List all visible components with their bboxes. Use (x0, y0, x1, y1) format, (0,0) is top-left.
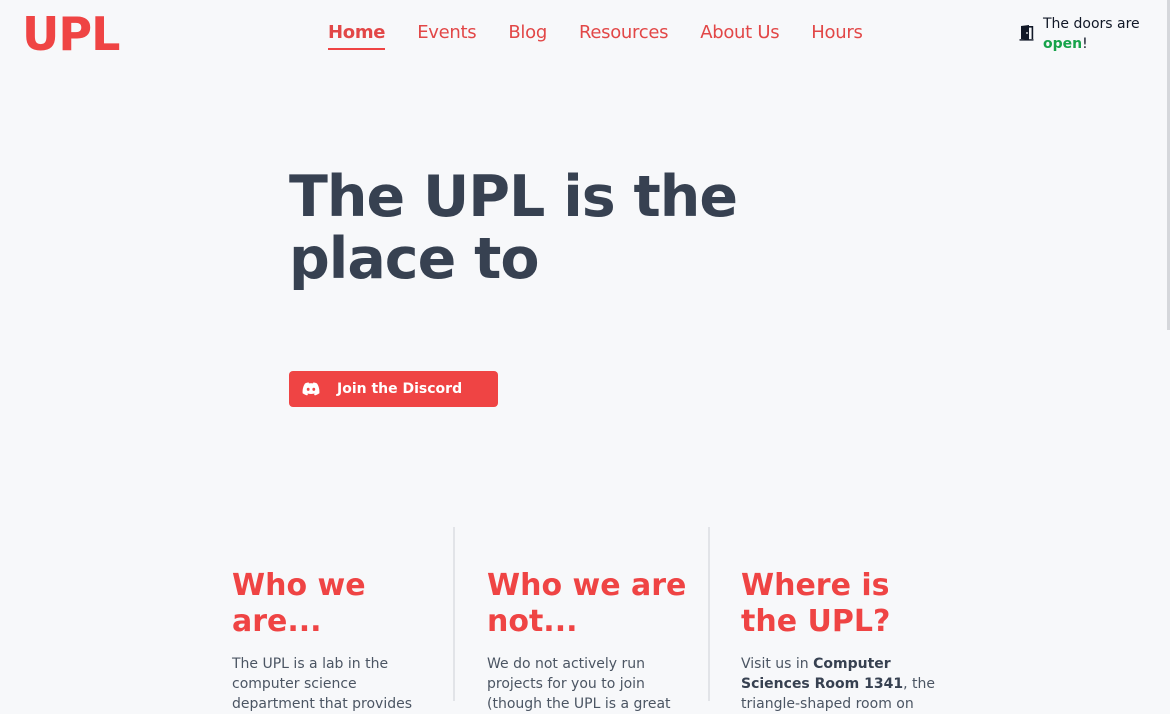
main-nav: Home Events Blog Resources About Us Hour… (328, 20, 863, 50)
door-icon (1019, 25, 1034, 41)
who-we-are-not-title: Who we are not... (487, 568, 687, 639)
where-is-upl-text: Visit us in Computer Sciences Room 1341,… (741, 654, 941, 714)
column-divider (708, 527, 710, 701)
nav-item-home[interactable]: Home (328, 20, 386, 50)
who-we-are-not-text: We do not actively run projects for you … (487, 656, 671, 712)
logo[interactable]: UPL (22, 6, 120, 62)
door-status-suffix: ! (1082, 36, 1088, 52)
who-we-are-text: The UPL is a lab in the computer science… (232, 656, 413, 712)
where-is-upl-section: Where is the UPL? Visit us in Computer S… (741, 568, 941, 714)
who-we-are-section: Who we are... The UPL is a lab in the co… (232, 568, 432, 714)
where-is-upl-text-prefix: Visit us in (741, 656, 814, 672)
join-discord-button[interactable]: Join the Discord (289, 371, 498, 407)
nav-item-events[interactable]: Events (417, 20, 476, 50)
door-status-prefix: The doors are (1043, 16, 1140, 32)
nav-item-about-us[interactable]: About Us (700, 20, 779, 50)
discord-icon (302, 382, 320, 396)
nav-item-hours[interactable]: Hours (811, 20, 863, 50)
door-status: The doors are open! (1018, 14, 1140, 54)
column-divider (453, 527, 455, 701)
nav-item-blog[interactable]: Blog (508, 20, 547, 50)
hero-title: The UPL is the place to (289, 164, 738, 292)
door-status-line: open! (1043, 34, 1140, 54)
join-discord-label: Join the Discord (337, 381, 463, 397)
door-status-text: The doors are open! (1043, 14, 1140, 54)
nav-item-resources[interactable]: Resources (579, 20, 669, 50)
who-we-are-title: Who we are... (232, 568, 366, 639)
who-we-are-not-section: Who we are not... We do not actively run… (487, 568, 687, 714)
where-is-upl-title: Where is the UPL? (741, 568, 891, 639)
door-status-state: open (1043, 36, 1083, 52)
